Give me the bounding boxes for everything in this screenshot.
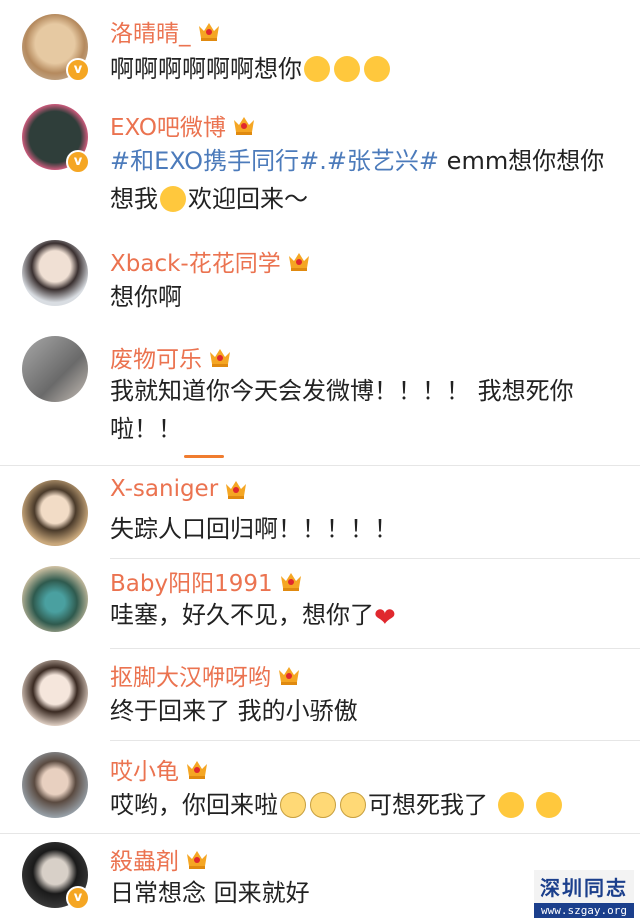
sad-face-icon bbox=[280, 792, 306, 818]
username[interactable]: 殺蟲剤 bbox=[110, 842, 209, 876]
avatar[interactable] bbox=[22, 660, 88, 726]
divider bbox=[110, 740, 640, 741]
sad-face-icon bbox=[340, 792, 366, 818]
comment-text: 失踪人口回归啊！！！！！ bbox=[110, 515, 398, 543]
verified-badge-icon: v bbox=[66, 886, 90, 910]
heart-icon: ❤ bbox=[374, 603, 396, 633]
verified-badge-icon: v bbox=[66, 150, 90, 174]
shy-face-icon bbox=[536, 792, 562, 818]
comment-text: 啊啊啊啊啊啊想你 bbox=[110, 50, 610, 88]
divider bbox=[110, 648, 640, 649]
crying-face-icon bbox=[304, 56, 330, 82]
watermark: 深圳同志 www.szgay.org bbox=[534, 870, 634, 918]
username[interactable]: 洛晴晴_ bbox=[110, 14, 221, 48]
crown-icon bbox=[233, 117, 254, 135]
avatar[interactable] bbox=[22, 240, 88, 306]
verified-badge-icon: v bbox=[66, 58, 90, 82]
avatar[interactable] bbox=[22, 336, 88, 402]
comment-text: 哎哟，你回来啦 可想死我了 bbox=[110, 786, 610, 824]
username[interactable]: 废物可乐 bbox=[110, 340, 232, 374]
comment-text: 终于回来了 我的小骄傲 bbox=[110, 697, 358, 725]
avatar[interactable] bbox=[22, 566, 88, 632]
username[interactable]: 抠脚大汉咿呀哟 bbox=[110, 658, 301, 692]
comment-text: 哇塞，好久不见，想你了❤ bbox=[110, 601, 396, 633]
comment-text: 我就知道你今天会发微博！！！！ 我想死你啦！！ bbox=[110, 377, 574, 443]
crown-icon bbox=[226, 481, 247, 499]
watermark-title: 深圳同志 bbox=[534, 870, 634, 903]
loading-indicator bbox=[184, 455, 224, 458]
avatar[interactable] bbox=[22, 480, 88, 546]
username[interactable]: EXO吧微博 bbox=[110, 108, 256, 142]
crying-face-icon bbox=[334, 56, 360, 82]
username[interactable]: Baby阳阳1991 bbox=[110, 564, 303, 598]
comment-text: 想你啊 bbox=[110, 283, 182, 311]
divider bbox=[0, 465, 640, 466]
divider bbox=[0, 833, 640, 834]
crown-icon bbox=[210, 349, 230, 367]
sad-face-icon bbox=[310, 792, 336, 818]
crown-icon bbox=[288, 253, 309, 271]
laughing-face-icon bbox=[160, 186, 186, 212]
topic-tag[interactable]: #和EXO携手同行# bbox=[110, 147, 319, 175]
topic-tag[interactable]: .#张艺兴# bbox=[319, 147, 439, 175]
crown-icon bbox=[280, 573, 301, 591]
comment-text: #和EXO携手同行#.#张艺兴# emm想你想你想我 欢迎回来～ bbox=[110, 147, 605, 213]
crying-face-icon bbox=[364, 56, 390, 82]
crown-icon bbox=[187, 761, 207, 779]
username[interactable]: X-saniger bbox=[110, 476, 248, 502]
crown-icon bbox=[187, 851, 207, 869]
username[interactable]: Xback-花花同学 bbox=[110, 244, 311, 278]
shy-face-icon bbox=[498, 792, 524, 818]
divider bbox=[110, 558, 640, 559]
avatar[interactable] bbox=[22, 752, 88, 818]
username[interactable]: 哎小龟 bbox=[110, 752, 209, 786]
watermark-url: www.szgay.org bbox=[534, 903, 634, 918]
crown-icon bbox=[198, 23, 219, 41]
crown-icon bbox=[279, 667, 299, 685]
